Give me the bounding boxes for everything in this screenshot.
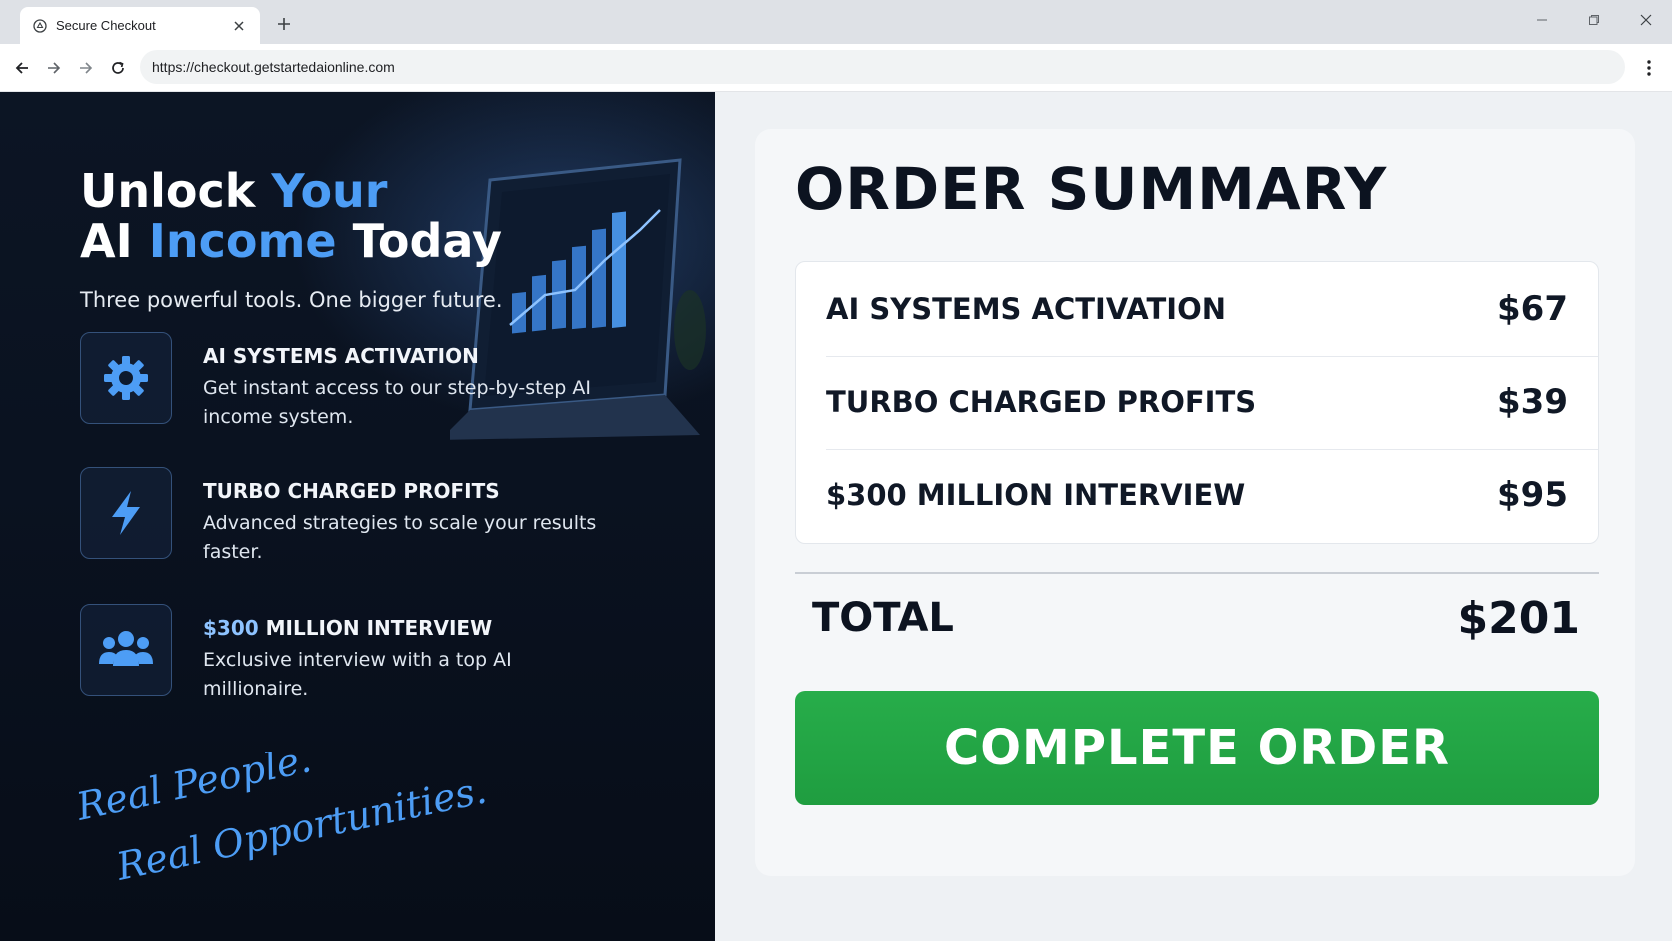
headline-word: AI <box>80 214 133 268</box>
order-item-name: AI SYSTEMS ACTIVATION <box>826 292 1226 326</box>
reload-button[interactable] <box>104 54 132 82</box>
order-item-price: $39 <box>1497 382 1568 422</box>
order-item-name: $300 MILLION INTERVIEW <box>826 478 1246 512</box>
hero-panel: Unlock Your AI Income Today Three powerf… <box>0 92 715 941</box>
order-item-name: TURBO CHARGED PROFITS <box>826 385 1257 419</box>
order-item-row: AI SYSTEMS ACTIVATION $67 <box>826 264 1568 354</box>
feature-description: Exclusive interview with a top AI millio… <box>203 649 512 700</box>
url-text: https://checkout.getstartedaionline.com <box>152 59 395 75</box>
tab-strip: Secure Checkout <box>0 0 1672 44</box>
lock-icon <box>32 18 48 34</box>
feature-description: Get instant access to our step-by-step A… <box>203 377 591 428</box>
minimize-button[interactable] <box>1522 6 1562 34</box>
order-summary-heading: ORDER SUMMARY <box>795 155 1388 223</box>
headline-accent-word: Your <box>271 164 388 218</box>
hero-tagline: Three powerful tools. One bigger future. <box>80 288 503 312</box>
tab-title: Secure Checkout <box>56 18 156 33</box>
address-bar[interactable]: https://checkout.getstartedaionline.com <box>140 50 1625 84</box>
feature-title: $300 MILLION INTERVIEW <box>203 616 492 640</box>
feature-ai-systems: AI SYSTEMS ACTIVATION Get instant access… <box>80 332 660 432</box>
page-content: Unlock Your AI Income Today Three powerf… <box>0 92 1672 941</box>
browser-window: Secure Checkout https://checkout.getstar… <box>0 0 1672 941</box>
order-item-row: $300 MILLION INTERVIEW $95 <box>826 450 1568 540</box>
close-tab-icon[interactable] <box>230 17 248 35</box>
browser-toolbar: https://checkout.getstartedaionline.com <box>0 44 1672 92</box>
new-tab-button[interactable] <box>272 12 296 36</box>
total-value: $201 <box>1457 593 1580 644</box>
feature-turbo-profits: TURBO CHARGED PROFITS Advanced strategie… <box>80 467 660 567</box>
browser-menu-icon[interactable] <box>1635 54 1663 82</box>
complete-order-label: COMPLETE ORDER <box>944 720 1450 776</box>
feature-description: Advanced strategies to scale your result… <box>203 512 597 563</box>
feature-million-interview: $300 MILLION INTERVIEW Exclusive intervi… <box>80 604 660 704</box>
restore-button[interactable] <box>1574 6 1614 34</box>
headline-accent-word: Income <box>148 214 337 268</box>
hero-headline: Unlock Your AI Income Today <box>80 166 600 266</box>
gear-icon <box>80 332 172 424</box>
lightning-icon <box>80 467 172 559</box>
forward-alt-button[interactable] <box>72 54 100 82</box>
total-label: TOTAL <box>812 595 954 641</box>
feature-title: TURBO CHARGED PROFITS <box>203 479 500 503</box>
feature-title-rest: MILLION INTERVIEW <box>265 616 493 640</box>
script-tagline: Real People. Real Opportunities. <box>75 752 490 889</box>
order-items-list: AI SYSTEMS ACTIVATION $67 TURBO CHARGED … <box>795 261 1599 544</box>
order-item-row: TURBO CHARGED PROFITS $39 <box>826 357 1568 447</box>
feature-title-accent: $300 <box>203 616 259 640</box>
tab-secure-checkout[interactable]: Secure Checkout <box>20 7 260 44</box>
headline-word: Unlock <box>80 164 256 218</box>
order-item-price: $67 <box>1497 289 1568 329</box>
order-item-price: $95 <box>1497 475 1568 515</box>
close-window-button[interactable] <box>1626 6 1666 34</box>
headline-word: Today <box>352 214 503 268</box>
total-divider <box>795 572 1599 574</box>
people-icon <box>80 604 172 696</box>
complete-order-button[interactable]: COMPLETE ORDER <box>795 691 1599 805</box>
order-summary-card: ORDER SUMMARY AI SYSTEMS ACTIVATION $67 … <box>755 129 1635 876</box>
feature-title: AI SYSTEMS ACTIVATION <box>203 344 479 368</box>
forward-button[interactable] <box>40 54 68 82</box>
back-button[interactable] <box>8 54 36 82</box>
